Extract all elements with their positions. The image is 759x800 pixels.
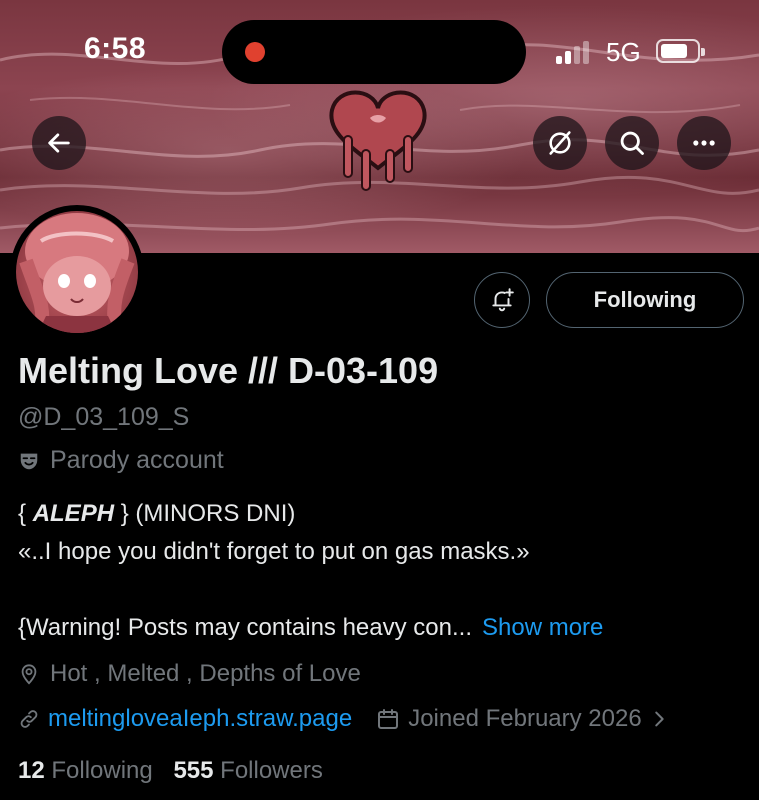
search-icon <box>620 131 644 155</box>
display-name: Melting Love /// D-03-109 <box>18 350 439 391</box>
battery-icon <box>656 39 705 63</box>
location-text: Hot , Melted , Depths of Love <box>50 660 361 687</box>
following-label: Following <box>51 757 153 784</box>
status-time: 6:58 <box>84 32 147 65</box>
profile-location: Hot , Melted , Depths of Love <box>18 660 361 688</box>
location-pin-icon <box>21 664 37 685</box>
network-type: 5G <box>606 37 641 67</box>
following-count-link[interactable]: 12 Following <box>18 757 153 784</box>
following-count: 12 <box>18 757 45 784</box>
bio-line-2: «..I hope you didn't forget to put on ga… <box>18 538 530 565</box>
bell-plus-icon <box>492 288 514 312</box>
bio-line-1-prefix: { <box>18 500 33 527</box>
more-dots-icon <box>693 140 715 146</box>
status-bar: 6:58 5G <box>0 0 759 100</box>
bio-aleph: ALEPH <box>32 500 115 527</box>
back-button[interactable] <box>32 116 86 170</box>
followers-count: 555 <box>173 757 214 784</box>
user-handle: @D_03_109_S <box>18 403 190 431</box>
avatar-image <box>16 211 138 333</box>
arrow-left-icon <box>48 133 70 153</box>
profile-meta-row: meltingloveaIeph.straw.page Joined Febru… <box>18 705 670 733</box>
parody-label[interactable]: Parody account <box>18 446 224 475</box>
link-icon <box>20 710 38 728</box>
notify-button[interactable] <box>474 272 530 328</box>
following-button[interactable]: Following <box>546 272 744 328</box>
signal-icon <box>556 40 592 64</box>
dynamic-island <box>222 20 526 84</box>
bio-line-1-suffix: } (MINORS DNI) <box>114 500 296 527</box>
bio-line-3-text: {Warning! Posts may contains heavy con..… <box>18 614 472 641</box>
calendar-icon <box>378 709 399 729</box>
parody-label-text: Parody account <box>50 446 224 474</box>
followers-label: Followers <box>220 757 323 784</box>
chevron-right-icon[interactable] <box>648 708 670 730</box>
avatar[interactable] <box>10 205 144 339</box>
followers-count-link[interactable]: 555 Followers <box>173 757 322 784</box>
website-link[interactable]: meltingloveaIeph.straw.page <box>48 705 352 733</box>
bio-line-1: { ALEPH } (MINORS DNI) <box>18 500 295 528</box>
mask-icon <box>20 453 38 469</box>
recording-indicator <box>245 42 265 62</box>
bio-line-3: {Warning! Posts may contains heavy con..… <box>18 614 603 642</box>
grok-button[interactable] <box>533 116 587 170</box>
show-more-link[interactable]: Show more <box>482 614 603 641</box>
slash-circle-icon <box>549 131 571 155</box>
more-button[interactable] <box>677 116 731 170</box>
joined-date: Joined February 2026 <box>408 705 642 732</box>
follow-counts: 12 Following 555 Followers <box>18 757 323 785</box>
search-button[interactable] <box>605 116 659 170</box>
